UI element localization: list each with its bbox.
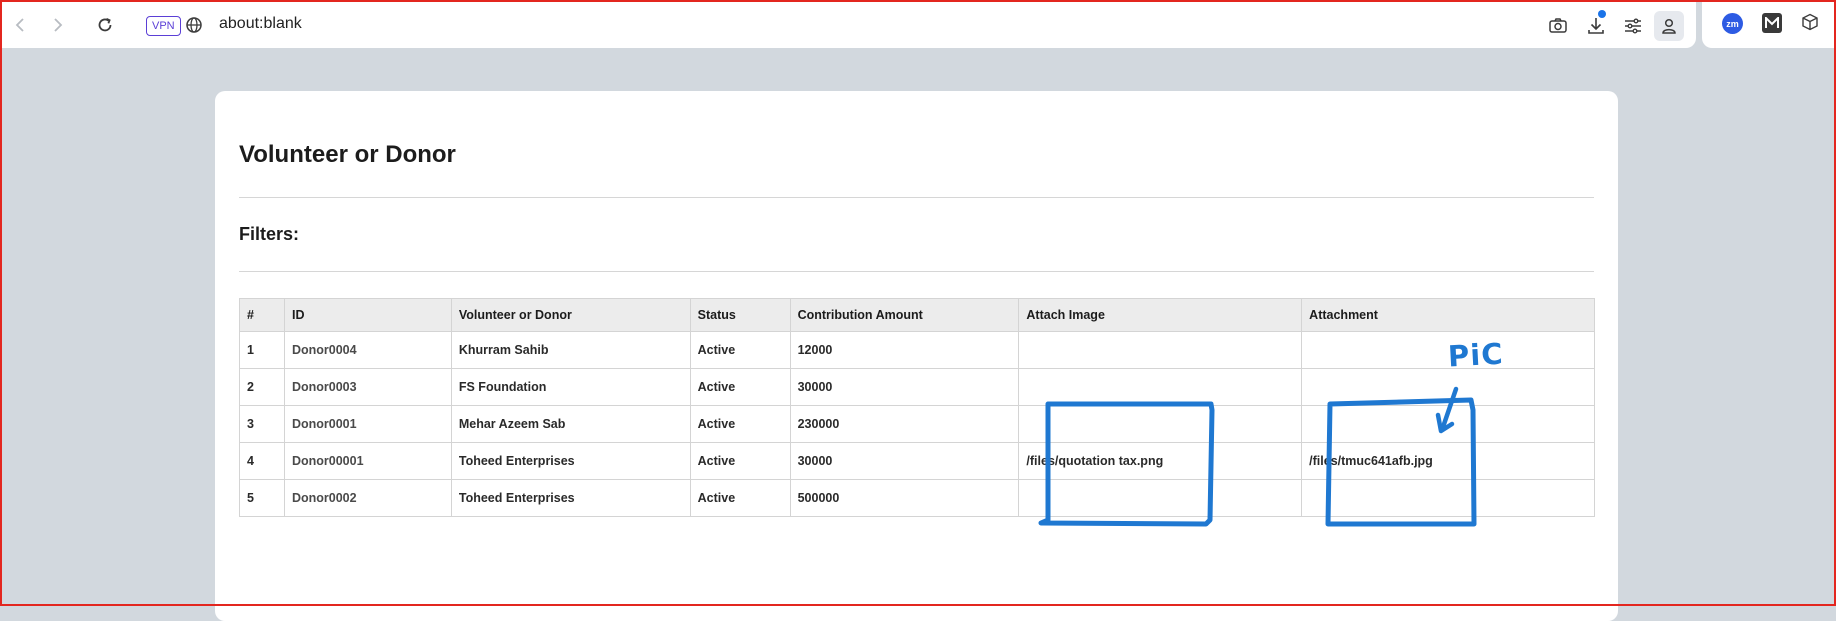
row-volunteer-name: Mehar Azeem Sab [450, 405, 691, 443]
zm-extension-icon[interactable]: zm [1722, 13, 1743, 34]
row-status: Active [689, 331, 791, 369]
row-status: Active [689, 405, 791, 443]
vpn-badge[interactable]: VPN [146, 16, 181, 36]
column-header-volunteer-or-donor[interactable]: Volunteer or Donor [450, 298, 691, 332]
filters-heading: Filters: [239, 224, 300, 244]
row-number: 3 [239, 405, 285, 443]
row-contribution-amount: 12000 [789, 331, 1020, 369]
forward-icon[interactable] [46, 14, 68, 36]
row-status: Active [689, 368, 791, 406]
row-attach-image [1018, 331, 1303, 369]
row-attach-image [1018, 368, 1303, 406]
camera-icon[interactable] [1546, 14, 1570, 38]
row-id-link[interactable]: Donor00001 [283, 442, 452, 480]
row-volunteer-name: Toheed Enterprises [450, 442, 691, 480]
settings-sliders-icon[interactable] [1621, 14, 1645, 38]
row-id-link[interactable]: Donor0001 [283, 405, 452, 443]
row-number: 1 [239, 331, 285, 369]
row-number: 5 [239, 479, 285, 517]
row-attach-image-link[interactable]: /files/quotation tax.png [1018, 442, 1303, 480]
row-id-link[interactable]: Donor0002 [283, 479, 452, 517]
column-header-attach-image[interactable]: Attach Image [1018, 298, 1303, 332]
browser-toolbar: VPN about:blank zm [0, 0, 1836, 48]
row-volunteer-name: FS Foundation [450, 368, 691, 406]
address-bar-area: VPN about:blank [2, 2, 1696, 48]
row-attach-image [1018, 405, 1303, 443]
row-number: 2 [239, 368, 285, 406]
table-row[interactable]: 1 Donor0004 Khurram Sahib Active 12000 [239, 331, 1595, 369]
row-attach-image [1018, 479, 1303, 517]
row-volunteer-name: Toheed Enterprises [450, 479, 691, 517]
filters-divider [239, 271, 1594, 272]
download-icon[interactable] [1584, 14, 1608, 38]
m-extension-icon[interactable] [1762, 13, 1782, 33]
table-row[interactable]: 5 Donor0002 Toheed Enterprises Active 50… [239, 479, 1595, 517]
back-icon[interactable] [10, 14, 32, 36]
content-card: Volunteer or Donor Filters: # ID Volunte… [215, 91, 1618, 621]
row-attachment [1301, 368, 1595, 406]
row-volunteer-name: Khurram Sahib [450, 331, 691, 369]
row-contribution-amount: 30000 [789, 368, 1020, 406]
row-attachment [1301, 479, 1595, 517]
table-row[interactable]: 4 Donor00001 Toheed Enterprises Active 3… [239, 442, 1595, 480]
column-header-status[interactable]: Status [689, 298, 791, 332]
row-attachment-link[interactable]: /files/tmuc641afb.jpg [1301, 442, 1595, 480]
row-status: Active [689, 442, 791, 480]
row-contribution-amount: 230000 [789, 405, 1020, 443]
row-id-link[interactable]: Donor0003 [283, 368, 452, 406]
extensions-cube-icon[interactable] [1801, 13, 1821, 33]
donor-table: # ID Volunteer or Donor Status Contribut… [239, 298, 1595, 517]
page-title: Volunteer or Donor [239, 141, 456, 168]
download-notification-dot [1598, 10, 1606, 18]
row-attachment [1301, 405, 1595, 443]
table-header-row: # ID Volunteer or Donor Status Contribut… [239, 298, 1595, 332]
row-contribution-amount: 500000 [789, 479, 1020, 517]
table-row[interactable]: 3 Donor0001 Mehar Azeem Sab Active 23000… [239, 405, 1595, 443]
reload-icon[interactable] [94, 14, 116, 36]
column-header-contribution-amount[interactable]: Contribution Amount [789, 298, 1020, 332]
table-row[interactable]: 2 Donor0003 FS Foundation Active 30000 [239, 368, 1595, 406]
column-header-attachment[interactable]: Attachment [1301, 298, 1595, 332]
row-id-link[interactable]: Donor0004 [283, 331, 452, 369]
annotation-label: PiC [1447, 336, 1505, 374]
row-number: 4 [239, 442, 285, 480]
row-status: Active [689, 479, 791, 517]
row-contribution-amount: 30000 [789, 442, 1020, 480]
column-header-number[interactable]: # [239, 298, 285, 332]
profile-icon[interactable] [1654, 11, 1684, 41]
globe-icon [185, 16, 205, 36]
url-field[interactable]: about:blank [219, 15, 302, 33]
column-header-id[interactable]: ID [283, 298, 452, 332]
title-divider [239, 197, 1594, 198]
